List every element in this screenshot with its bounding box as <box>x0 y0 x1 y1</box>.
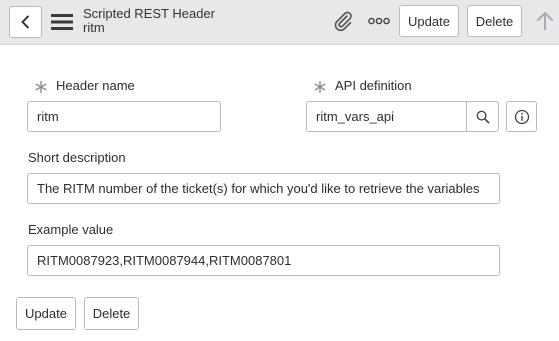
footer-delete-button[interactable]: Delete <box>84 297 139 330</box>
lookup-search-button[interactable] <box>466 102 498 131</box>
api-definition-input[interactable]: ritm_vars_api <box>307 102 466 131</box>
info-icon <box>514 109 529 124</box>
header-name-label: Header name <box>56 78 135 93</box>
short-description-label: Short description <box>28 150 126 165</box>
footer-update-button[interactable]: Update <box>16 297 76 330</box>
example-value-label: Example value <box>28 222 114 237</box>
header-delete-button[interactable]: Delete <box>467 5 522 37</box>
form-title-block: Scripted REST Header ritm <box>83 6 215 35</box>
api-definition-field: ritm_vars_api <box>306 101 499 132</box>
back-button[interactable] <box>9 6 42 38</box>
form-header: Scripted REST Header ritm Update Delete <box>0 0 559 45</box>
paperclip-icon[interactable] <box>332 10 354 32</box>
short-description-input[interactable]: The RITM number of the ticket(s) for whi… <box>27 173 500 204</box>
required-asterisk-icon <box>314 81 326 93</box>
header-update-button[interactable]: Update <box>399 5 459 37</box>
header-name-input[interactable]: ritm <box>27 101 221 132</box>
arrow-up-icon[interactable] <box>535 10 555 32</box>
chevron-left-icon <box>20 15 29 29</box>
preview-record-button[interactable] <box>506 101 537 132</box>
record-name: ritm <box>83 20 105 35</box>
search-icon <box>476 110 490 124</box>
more-options-icon[interactable] <box>368 16 390 26</box>
example-value-input[interactable]: RITM0087923,RITM0087944,RITM0087801 <box>27 245 500 276</box>
api-definition-label: API definition <box>335 78 412 93</box>
required-asterisk-icon <box>35 81 47 93</box>
hamburger-menu-icon[interactable] <box>51 12 73 32</box>
form-title: Scripted REST Header <box>83 6 215 21</box>
